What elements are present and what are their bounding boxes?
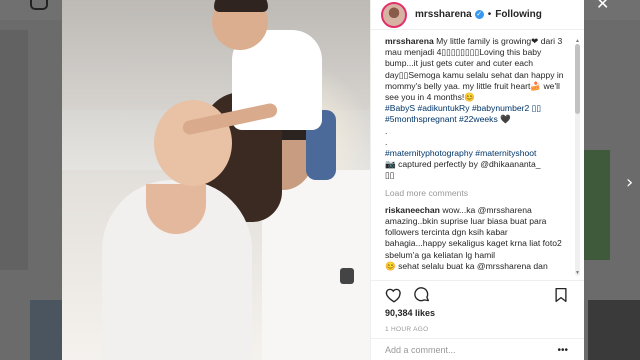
caption-hashtags-2[interactable]: #5monthspregnant #22weeks 🖤: [385, 114, 570, 125]
post-sidebar: mrssharena ✓ • Following mrssharena My l…: [370, 0, 584, 360]
caption-credit-tail: ▯▯: [385, 170, 395, 181]
avatar[interactable]: [381, 1, 407, 28]
caption-credit-text: 📷 captured perfectly by @dhikaananta_: [385, 159, 541, 170]
comments-list[interactable]: mrssharena My little family is growing❤ …: [371, 30, 584, 280]
post-timestamp[interactable]: 1 HOUR AGO: [371, 320, 584, 338]
bookmark-icon[interactable]: [552, 286, 570, 304]
post-header: mrssharena ✓ • Following: [371, 0, 584, 30]
caption-dot: .: [385, 125, 388, 136]
comment-icon[interactable]: [413, 286, 431, 304]
caption-dot: .: [385, 136, 388, 147]
comment-item: riskaneechan wow...ka @mrssharena amazin…: [385, 205, 570, 272]
photo-boy-hair: [214, 0, 268, 12]
comment-text-tail: 😊 sehat selalu buat ka @mrssharena dan: [385, 260, 548, 271]
separator-dot: •: [487, 9, 492, 20]
caption: mrssharena My little family is growing❤ …: [385, 36, 570, 103]
comments-scrollbar[interactable]: [575, 44, 580, 276]
scrollbar-thumb[interactable]: [575, 44, 580, 114]
load-more-comments-link[interactable]: Load more comments: [385, 188, 570, 199]
more-options-icon[interactable]: •••: [557, 345, 568, 356]
background-thumbnail: [588, 300, 640, 360]
caption-username[interactable]: mrssharena: [385, 36, 434, 46]
following-button[interactable]: Following: [495, 9, 542, 20]
chevron-right-icon[interactable]: ›: [626, 172, 633, 193]
post-modal: mrssharena ✓ • Following mrssharena My l…: [62, 0, 584, 360]
background-thumbnail: [0, 30, 28, 270]
close-icon[interactable]: ✕: [596, 0, 609, 14]
add-comment-area: [371, 338, 584, 360]
likes-count[interactable]: 90,384 likes: [371, 308, 584, 320]
add-comment-input[interactable]: [385, 345, 545, 355]
background-thumbnail: [30, 300, 66, 360]
instagram-camera-icon[interactable]: [30, 0, 48, 10]
caption-hashtags-3[interactable]: #maternityphotography #maternityshoot: [385, 148, 570, 159]
comment-username[interactable]: riskaneechan: [385, 205, 440, 215]
scroll-down-arrow-icon[interactable]: ▼: [575, 270, 580, 276]
post-username[interactable]: mrssharena: [415, 9, 472, 20]
caption-hashtags-1[interactable]: #BabyS #adikuntukRy #babynumber2 ▯▯: [385, 103, 570, 114]
post-photo[interactable]: [62, 0, 370, 360]
photo-watch: [340, 268, 354, 284]
action-bar: [371, 280, 584, 308]
verified-badge-icon: ✓: [474, 10, 484, 19]
heart-icon[interactable]: [385, 286, 403, 304]
caption-credit: 📷 captured perfectly by @dhikaananta_ ▯▯: [385, 159, 570, 181]
